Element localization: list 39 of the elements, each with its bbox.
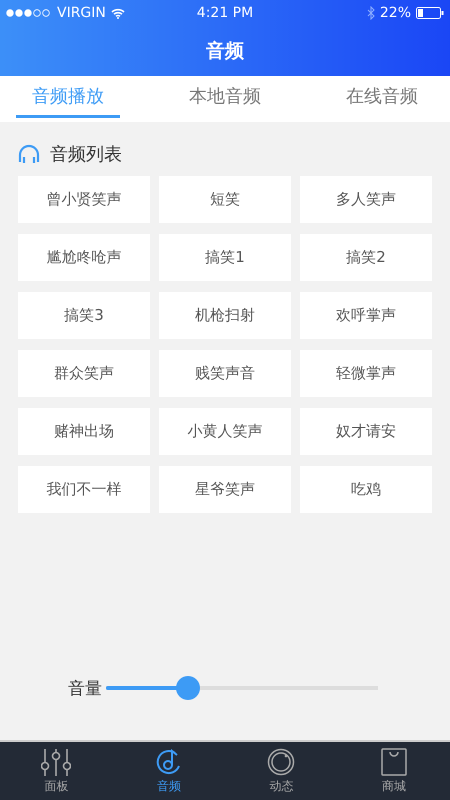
wifi-icon: [110, 8, 125, 18]
sound-button[interactable]: 多人笑声: [300, 176, 432, 223]
sound-button[interactable]: 吃鸡: [300, 466, 432, 513]
audio-tab[interactable]: 音频: [128, 742, 209, 800]
shop-tab[interactable]: 商城: [354, 742, 434, 800]
sound-button[interactable]: 贱笑声音: [159, 350, 291, 397]
sound-button[interactable]: 短笑: [159, 176, 291, 223]
signal-icon: [6, 9, 52, 17]
sound-button[interactable]: 搞笑3: [18, 292, 150, 339]
battery-percent: 22%: [380, 5, 411, 21]
sound-button[interactable]: 欢呼掌声: [300, 292, 432, 339]
sound-button[interactable]: 搞笑1: [159, 234, 291, 281]
sound-button[interactable]: 搞笑2: [300, 234, 432, 281]
page-title: 音频: [206, 39, 244, 64]
sound-button[interactable]: 群众笑声: [18, 350, 150, 397]
sound-button[interactable]: 我们不一样: [18, 466, 150, 513]
sound-button[interactable]: 轻微掌声: [300, 350, 432, 397]
sliders-icon: [41, 748, 72, 776]
sound-button[interactable]: 奴才请安: [300, 408, 432, 455]
bluetooth-icon: [366, 6, 375, 20]
sound-button[interactable]: 赌神出场: [18, 408, 150, 455]
sound-button[interactable]: 尴尬咚呛声: [18, 234, 150, 281]
carrier-text: VIRGIN: [57, 5, 106, 21]
clock-text: 4:21 PM: [196, 5, 254, 21]
volume-label: 音量: [68, 678, 102, 700]
section-title: 音频列表: [50, 143, 122, 166]
sound-button[interactable]: 星爷笑声: [159, 466, 291, 513]
activity-tab[interactable]: 动态: [241, 742, 322, 800]
sound-button[interactable]: 曾小贤笑声: [18, 176, 150, 223]
tab[interactable]: 在线音频: [330, 76, 434, 118]
slider-thumb[interactable]: [176, 676, 200, 700]
battery-icon: [416, 7, 444, 19]
headphones-icon: [18, 144, 40, 164]
sound-button[interactable]: 小黄人笑声: [159, 408, 291, 455]
circle-icon: [267, 748, 296, 776]
tab[interactable]: 本地音频: [173, 76, 277, 118]
sound-button[interactable]: 机枪扫射: [159, 292, 291, 339]
panel-tab[interactable]: 面板: [16, 742, 96, 800]
bag-icon: [380, 748, 407, 776]
